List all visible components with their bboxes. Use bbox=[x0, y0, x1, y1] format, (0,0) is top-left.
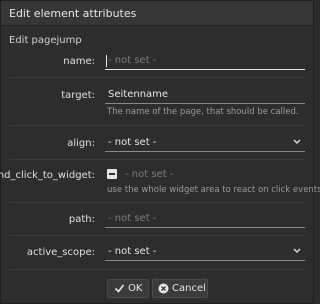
chevron-down-icon bbox=[293, 248, 301, 254]
bind-click-to-widget-help: use the whole widget area to react on cl… bbox=[107, 185, 320, 195]
target-label: target: bbox=[61, 90, 95, 101]
path-label: path: bbox=[68, 214, 95, 225]
align-value: - not set - bbox=[108, 137, 157, 148]
name-input[interactable]: - not set - bbox=[105, 54, 305, 70]
ok-button[interactable]: OK bbox=[107, 279, 149, 298]
separator bbox=[9, 235, 305, 236]
path-input[interactable]: - not set - bbox=[105, 212, 305, 228]
bind-click-to-widget-checkbox[interactable] bbox=[107, 169, 117, 179]
cancel-label: Cancel bbox=[172, 283, 206, 294]
text-caret bbox=[106, 55, 107, 67]
cancel-button[interactable]: Cancel bbox=[152, 279, 208, 298]
target-input[interactable]: Seitenname bbox=[105, 88, 305, 104]
bind-click-to-widget-label: bind_click_to_widget: bbox=[0, 170, 95, 181]
separator bbox=[9, 202, 305, 203]
align-label: align: bbox=[67, 138, 95, 149]
active-scope-value: - not set - bbox=[108, 246, 157, 257]
separator bbox=[9, 269, 305, 270]
bind-click-to-widget-value: - not set - bbox=[125, 169, 174, 180]
separator bbox=[9, 159, 305, 160]
separator bbox=[9, 125, 305, 126]
checkmark-icon bbox=[114, 284, 125, 293]
active-scope-select[interactable]: - not set - bbox=[105, 245, 305, 261]
chevron-down-icon bbox=[293, 139, 301, 145]
name-placeholder: - not set - bbox=[108, 55, 157, 66]
edit-attributes-dialog: Edit element attributes Edit pagejump na… bbox=[0, 0, 320, 304]
dialog-subtitle: Edit pagejump bbox=[9, 35, 82, 46]
cancel-circle-icon bbox=[158, 283, 169, 294]
path-placeholder: - not set - bbox=[108, 213, 157, 224]
separator bbox=[9, 77, 305, 78]
target-help: The name of the page, that should be cal… bbox=[107, 107, 299, 117]
name-label: name: bbox=[63, 56, 95, 67]
ok-label: OK bbox=[128, 283, 143, 294]
active-scope-label: active_scope: bbox=[26, 247, 95, 258]
target-value: Seitenname bbox=[108, 89, 169, 100]
dialog-title: Edit element attributes bbox=[9, 7, 137, 20]
indeterminate-checkbox-icon bbox=[109, 173, 115, 175]
align-select[interactable]: - not set - bbox=[105, 136, 305, 152]
dialog-titlebar[interactable]: Edit element attributes bbox=[1, 1, 313, 26]
